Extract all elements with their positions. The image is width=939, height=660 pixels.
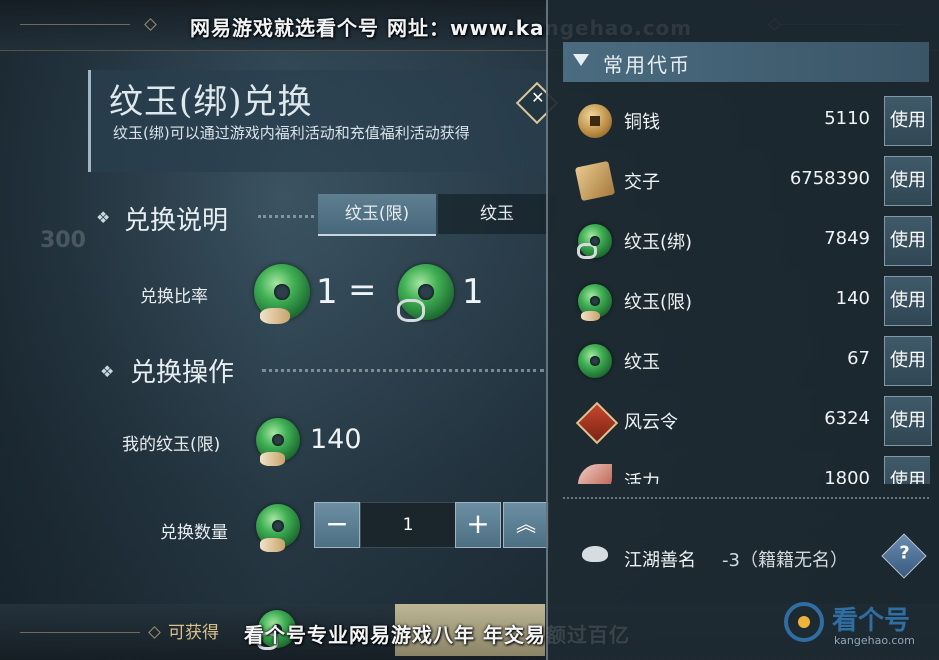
currency-amount: 5110 xyxy=(824,108,870,129)
currency-amount: 1800 xyxy=(824,468,870,484)
currency-name: 交子 xyxy=(624,172,660,193)
exchange-title-box: 纹玉(绑)兑换 纹玉(绑)可以通过游戏内福利活动和充值福利活动获得 xyxy=(88,70,551,172)
currency-header[interactable]: 常用代币 xyxy=(563,42,929,82)
ornament-diamond-icon xyxy=(144,18,157,31)
my-jade-value: 140 xyxy=(310,424,362,455)
currency-row-jade: 纹玉 67 使用 xyxy=(574,336,932,388)
jiaozi-note-icon xyxy=(574,160,616,202)
tab-jade-limited[interactable]: 纹玉(限) xyxy=(318,194,436,236)
jade-limited-icon xyxy=(256,504,300,552)
currency-name: 纹玉(绑) xyxy=(624,232,693,253)
quantity-max-button[interactable]: ︽ xyxy=(503,502,549,548)
currency-name: 风云令 xyxy=(624,412,678,433)
help-icon: ? xyxy=(899,542,910,564)
currency-amount: 6758390 xyxy=(789,168,870,189)
rate-equals: = xyxy=(348,270,377,310)
vitality-icon xyxy=(578,464,612,484)
currency-name: 铜钱 xyxy=(624,112,660,133)
ornament-line xyxy=(20,632,140,633)
reputation-row: 江湖善名 -3（籍籍无名） ? xyxy=(582,533,927,579)
use-button[interactable]: 使用 xyxy=(884,216,932,266)
currency-name: 纹玉(限) xyxy=(624,292,693,313)
ornament-line xyxy=(20,24,130,25)
jade-bound-icon xyxy=(396,264,454,323)
currency-row-fengyun: 风云令 6324 使用 xyxy=(574,396,932,448)
quantity-input[interactable]: 1 xyxy=(360,502,456,548)
fengyun-token-icon xyxy=(575,401,619,445)
currency-row-vitality: 活力 1800 使用 xyxy=(574,456,930,484)
currency-divider xyxy=(563,497,929,499)
rate-right-value: 1 xyxy=(462,272,484,312)
currency-amount: 7849 xyxy=(824,228,870,249)
close-icon: ✕ xyxy=(531,87,545,107)
jade-bound-icon xyxy=(577,224,612,260)
section-bullet-icon: ❖ xyxy=(100,362,115,381)
section-operate-heading: 兑换操作 xyxy=(130,358,235,388)
jade-icon xyxy=(578,344,612,378)
help-button[interactable]: ? xyxy=(881,533,927,579)
use-button[interactable]: 使用 xyxy=(884,456,930,484)
collapse-triangle-icon xyxy=(573,54,589,66)
currency-amount: 140 xyxy=(835,288,870,309)
currency-header-label: 常用代币 xyxy=(603,53,691,77)
mask-icon xyxy=(582,546,608,562)
my-jade-label: 我的纹玉(限) xyxy=(122,435,221,455)
currency-name: 纹玉 xyxy=(624,352,660,373)
reputation-value: -3（籍籍无名） xyxy=(722,550,848,571)
section-explain-heading: 兑换说明 xyxy=(124,206,229,236)
exchange-description: 纹玉(绑)可以通过游戏内福利活动和充值福利活动获得 xyxy=(113,124,470,142)
section-divider xyxy=(258,215,314,218)
reputation-name: 江湖善名 xyxy=(624,550,696,571)
use-button[interactable]: 使用 xyxy=(884,396,932,446)
quantity-plus-button[interactable]: + xyxy=(455,502,501,548)
rate-left-value: 1 xyxy=(316,272,338,312)
tab-jade[interactable]: 纹玉 xyxy=(438,194,556,234)
currency-row-jade-bound: 纹玉(绑) 7849 使用 xyxy=(574,216,932,268)
currency-amount: 6324 xyxy=(824,408,870,429)
jade-limited-icon xyxy=(254,264,310,325)
quantity-label: 兑换数量 xyxy=(160,523,228,543)
eye-logo-icon xyxy=(784,602,824,642)
section-bullet-icon: ❖ xyxy=(96,208,111,227)
background-ghost-number: 300 xyxy=(40,228,86,253)
currency-row-jade-limited: 纹玉(限) 140 使用 xyxy=(574,276,932,328)
currency-name: 活力 xyxy=(624,472,660,484)
quantity-minus-button[interactable]: − xyxy=(314,502,360,548)
currency-row-copper: 铜钱 5110 使用 xyxy=(574,96,932,148)
copper-coin-icon xyxy=(578,104,612,138)
jade-limited-icon xyxy=(256,418,300,466)
section-divider xyxy=(262,369,544,372)
use-button[interactable]: 使用 xyxy=(884,276,932,326)
currency-row-jiaozi: 交子 6758390 使用 xyxy=(574,156,932,208)
logo-subtext: kangehao.com xyxy=(834,634,915,647)
use-button[interactable]: 使用 xyxy=(884,96,932,146)
use-button[interactable]: 使用 xyxy=(884,336,932,386)
jade-limited-icon xyxy=(578,284,612,321)
ornament-diamond-icon xyxy=(148,626,161,639)
currency-amount: 67 xyxy=(847,348,870,369)
logo-text: 看个号 xyxy=(832,606,911,636)
site-logo: 看个号 kangehao.com xyxy=(784,596,934,656)
obtain-label: 可获得 xyxy=(168,623,219,643)
exchange-title: 纹玉(绑)兑换 xyxy=(109,82,313,122)
rate-label: 兑换比率 xyxy=(140,287,208,307)
use-button[interactable]: 使用 xyxy=(884,156,932,206)
